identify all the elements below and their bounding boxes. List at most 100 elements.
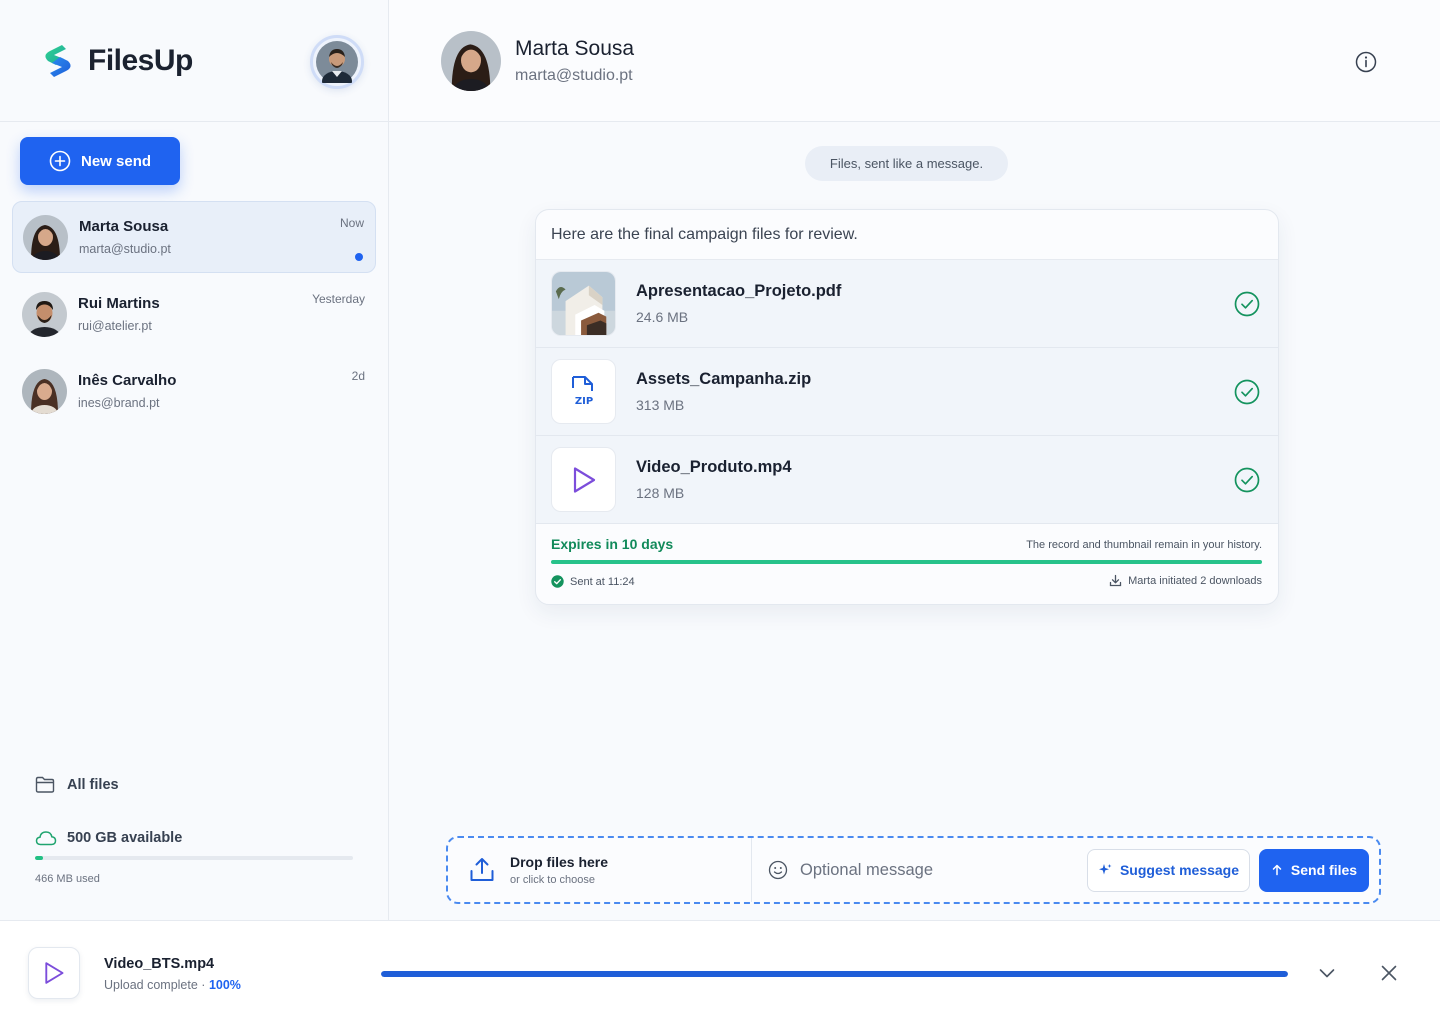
tagline-pill: Files, sent like a message.: [805, 146, 1008, 181]
contact-avatar[interactable]: [441, 30, 501, 91]
avatar-woman-icon: [441, 30, 501, 91]
contact-list: Marta Sousa marta@studio.pt Now Rui Mart…: [12, 201, 376, 432]
chevron-down-icon: [1319, 969, 1335, 978]
folder-icon: [35, 776, 55, 793]
zip-label: ZIP: [574, 396, 592, 407]
avatar-woman-icon: [22, 368, 67, 414]
send-files-label: Send files: [1290, 862, 1358, 878]
file-name: Assets_Campanha.zip: [636, 370, 812, 388]
avatar-man-icon: [316, 41, 358, 83]
expiry-progress-bar: [551, 560, 1262, 564]
composer: Drop files here or click to choose Sugge…: [446, 836, 1381, 904]
emoji-icon[interactable]: [768, 860, 788, 880]
cloud-icon: [35, 831, 57, 846]
storage-bar-fill: [35, 856, 43, 860]
avatar: [22, 368, 67, 414]
app-name: FilesUp: [88, 43, 193, 77]
upload-percent: 100%: [208, 978, 241, 992]
upload-file-name: Video_BTS.mp4: [104, 956, 215, 972]
zip-icon: ZIP: [571, 375, 593, 407]
upload-status: Upload complete · 100%: [104, 978, 241, 992]
sparkle-icon: [1098, 864, 1112, 875]
upload-progress-fill: [381, 971, 1288, 977]
logo-mark-icon: [45, 44, 71, 77]
contact-item-marta-sousa[interactable]: Marta Sousa marta@studio.pt Now: [12, 201, 376, 273]
check-circle-icon: [1234, 379, 1260, 405]
downloads-note: Marta initiated 2 downloads: [1109, 574, 1262, 587]
suggest-message-label: Suggest message: [1119, 862, 1240, 878]
contact-name: Rui Martins: [78, 295, 160, 312]
check-filled-icon: [551, 575, 564, 588]
check-circle-icon: [1234, 291, 1260, 317]
contact-time: Yesterday: [312, 292, 365, 306]
contact-email: ines@brand.pt: [78, 396, 160, 410]
file-thumbnail: ZIP: [551, 359, 616, 424]
history-note: The record and thumbnail remain in your …: [1026, 539, 1262, 551]
file-size: 313 MB: [636, 397, 685, 413]
new-send-label: New send: [81, 152, 152, 170]
building-image-icon: [552, 272, 615, 335]
all-files-link[interactable]: All files: [35, 776, 119, 794]
upload-status-text: Upload complete ·: [104, 978, 206, 992]
new-send-button[interactable]: New send: [20, 137, 180, 185]
file-size: 128 MB: [636, 485, 685, 501]
contact-name: Marta Sousa: [515, 36, 635, 60]
sidebar: FilesUp New send Marta Sousa marta@studi…: [0, 0, 389, 920]
file-row[interactable]: ZIP Assets_Campanha.zip 313 MB: [536, 348, 1278, 436]
file-name: Apresentacao_Projeto.pdf: [636, 282, 842, 300]
unread-dot: [355, 253, 363, 261]
message-input[interactable]: [800, 860, 1060, 880]
contact-email: marta@studio.pt: [79, 242, 171, 256]
avatar-man-icon: [22, 291, 67, 337]
brand-bar: FilesUp: [0, 0, 388, 122]
send-message: Here are the final campaign files for re…: [536, 210, 1278, 260]
play-icon: [573, 466, 595, 493]
check-circle-icon: [1234, 467, 1260, 493]
upload-icon: [470, 858, 494, 881]
contact-item-ines-carvalho[interactable]: Inês Carvalho ines@brand.pt 2d: [12, 355, 376, 427]
message-field: [752, 860, 1087, 880]
logo[interactable]: FilesUp: [38, 41, 193, 81]
file-row[interactable]: Video_Produto.mp4 128 MB: [536, 436, 1278, 524]
expires-label: Expires in 10 days: [551, 536, 674, 552]
file-size: 24.6 MB: [636, 309, 689, 325]
avatar-woman-icon: [23, 214, 68, 260]
close-button[interactable]: [1378, 962, 1400, 984]
chat-header: Marta Sousa marta@studio.pt: [389, 0, 1440, 122]
user-avatar[interactable]: [310, 35, 364, 89]
conversation-pane: Marta Sousa marta@studio.pt Files, sent …: [389, 0, 1440, 920]
file-name: Video_Produto.mp4: [636, 458, 792, 476]
drop-subtitle: or click to choose: [510, 874, 595, 886]
contact-email: rui@atelier.pt: [78, 319, 152, 333]
contact-time: 2d: [351, 369, 365, 383]
plus-circle-icon: [49, 150, 71, 172]
send-card: Here are the final campaign files for re…: [535, 209, 1279, 605]
contact-name: Inês Carvalho: [78, 372, 177, 389]
avatar: [23, 214, 68, 260]
contact-name: Marta Sousa: [79, 218, 169, 235]
avatar: [22, 291, 67, 337]
upload-status-bar: Video_BTS.mp4 Upload complete · 100%: [0, 920, 1440, 1024]
storage-used: 466 MB used: [35, 873, 100, 885]
file-thumbnail: [551, 447, 616, 512]
file-row[interactable]: Apresentacao_Projeto.pdf 24.6 MB: [536, 260, 1278, 348]
sent-at-text: Sent at 11:24: [570, 575, 635, 588]
storage-available: 500 GB available: [67, 830, 183, 846]
download-icon: [1109, 574, 1122, 587]
storage-bar: [35, 856, 353, 860]
downloads-text: Marta initiated 2 downloads: [1128, 574, 1262, 587]
suggest-message-button[interactable]: Suggest message: [1087, 848, 1250, 892]
close-icon: [1381, 965, 1397, 981]
contact-item-rui-martins[interactable]: Rui Martins rui@atelier.pt Yesterday: [12, 278, 376, 350]
all-files-label: All files: [67, 777, 119, 793]
sent-at: Sent at 11:24: [551, 575, 635, 588]
file-drop-zone[interactable]: Drop files here or click to choose: [448, 838, 752, 902]
arrow-up-icon: [1272, 864, 1282, 876]
upload-progress-bar: [381, 971, 1288, 977]
drop-title: Drop files here: [510, 854, 609, 870]
send-files-button[interactable]: Send files: [1259, 848, 1369, 892]
upload-thumbnail: [28, 947, 80, 999]
collapse-button[interactable]: [1316, 962, 1338, 984]
contact-email: marta@studio.pt: [515, 66, 633, 84]
info-icon[interactable]: [1354, 50, 1378, 74]
